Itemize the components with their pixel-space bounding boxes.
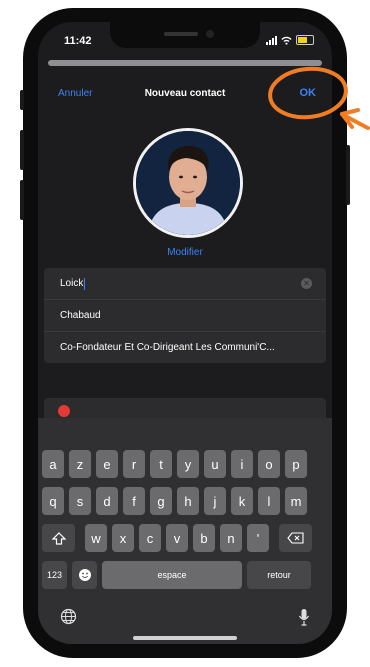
annotation-overlay bbox=[268, 66, 370, 130]
ok-highlight-circle bbox=[268, 66, 348, 120]
annotation-arrow bbox=[340, 108, 370, 130]
